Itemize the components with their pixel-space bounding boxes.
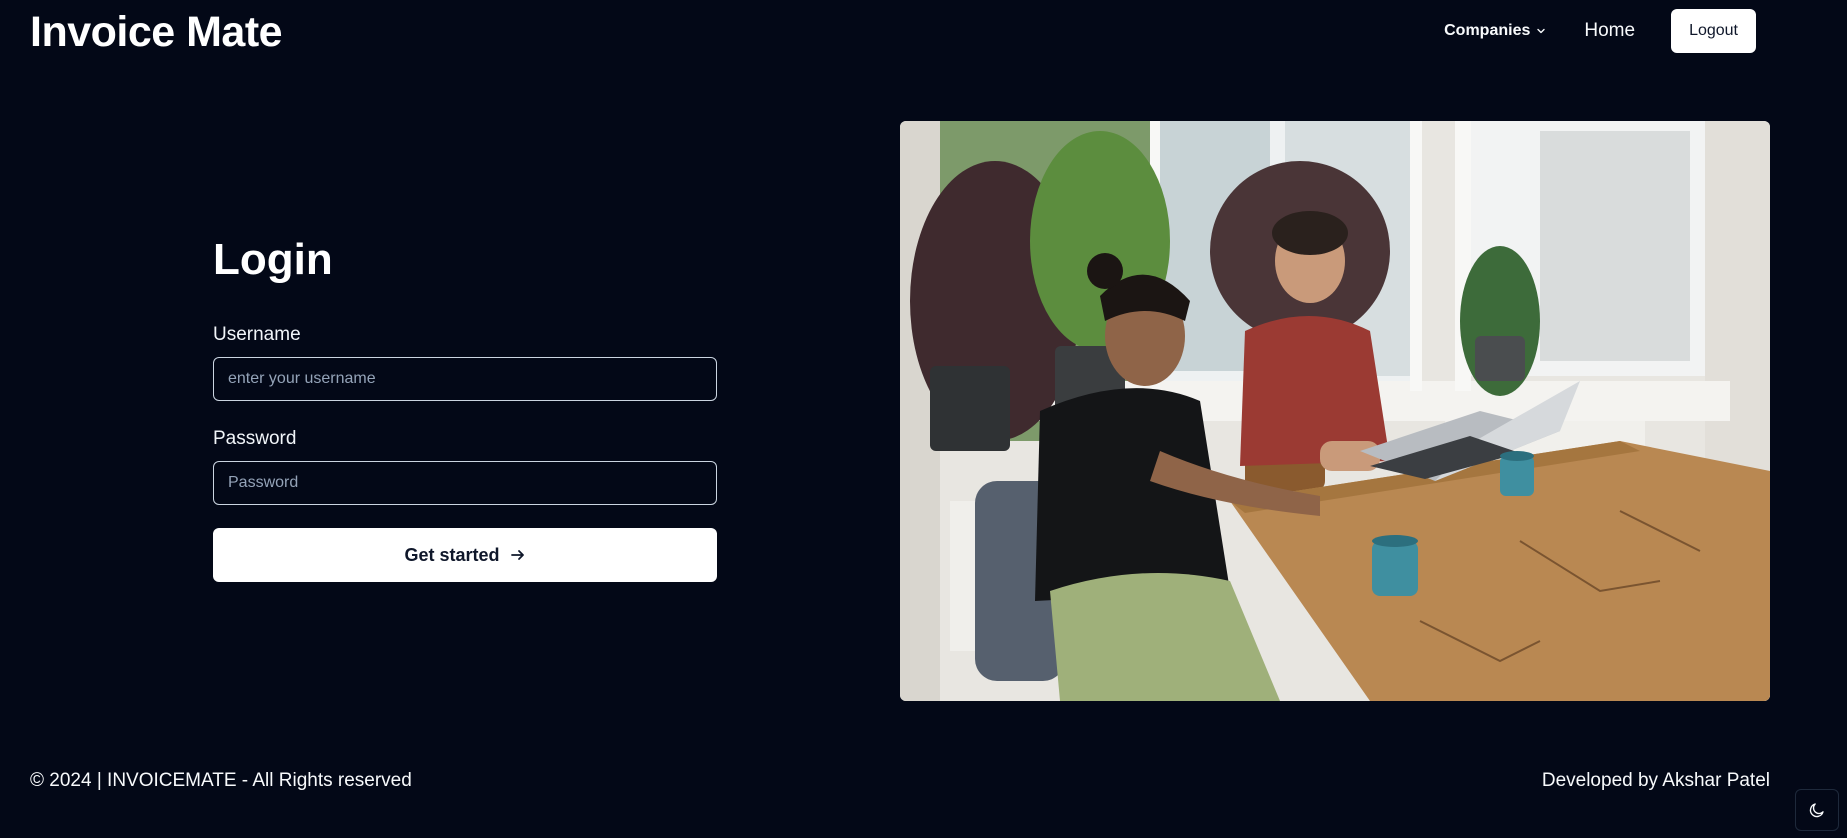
login-page: Invoice Mate Companies Home Logout Login… <box>0 0 1847 838</box>
get-started-button[interactable]: Get started <box>213 528 717 582</box>
page-title: Login <box>213 235 333 284</box>
theme-toggle-button[interactable] <box>1795 789 1839 831</box>
username-input[interactable] <box>213 357 717 401</box>
nav-home-link[interactable]: Home <box>1584 20 1635 42</box>
top-nav: Companies Home Logout <box>1444 9 1756 53</box>
password-input[interactable] <box>213 461 717 505</box>
username-label: Username <box>213 324 301 345</box>
password-label: Password <box>213 428 297 449</box>
chevron-down-icon <box>1537 28 1546 34</box>
footer-copyright: © 2024 | INVOICEMATE - All Rights reserv… <box>30 770 412 791</box>
get-started-label: Get started <box>404 544 500 565</box>
arrow-right-icon <box>510 550 524 560</box>
hero-image <box>900 121 1770 701</box>
footer-credit: Developed by Akshar Patel <box>1541 770 1770 791</box>
office-photo-illustration <box>900 121 1770 701</box>
companies-menu-label: Companies <box>1444 22 1531 39</box>
brand-logo[interactable]: Invoice Mate <box>30 6 283 58</box>
companies-menu[interactable]: Companies <box>1444 22 1546 40</box>
moon-icon <box>1809 803 1824 818</box>
logout-button[interactable]: Logout <box>1671 9 1756 53</box>
